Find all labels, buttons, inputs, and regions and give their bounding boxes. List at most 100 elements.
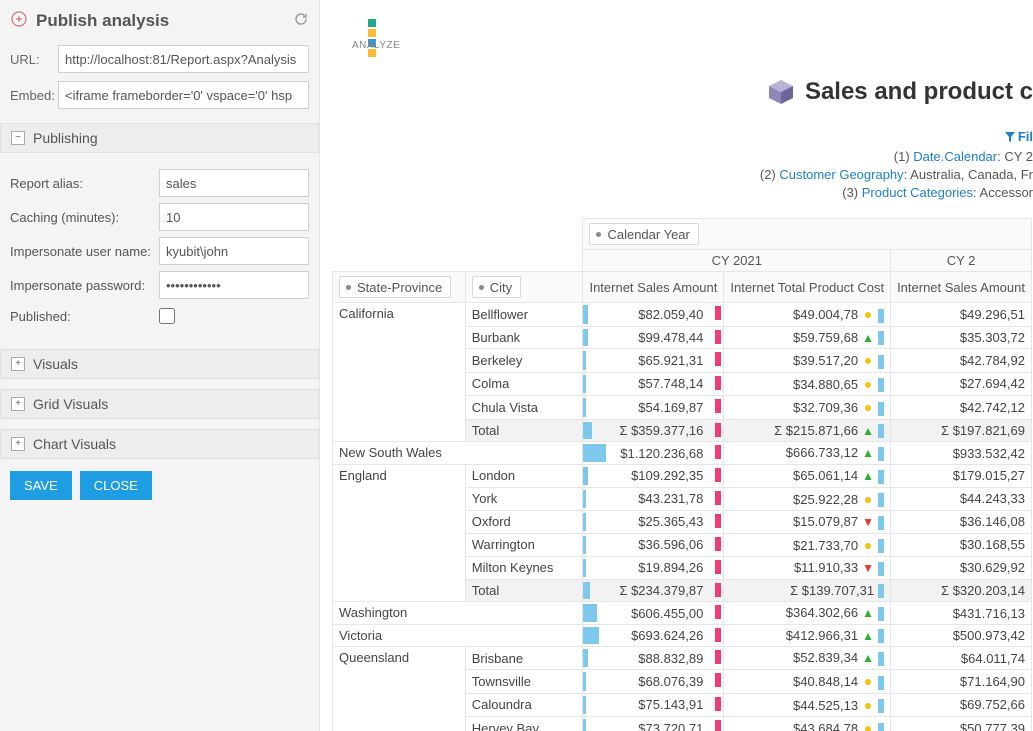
expand-icon[interactable]: + [11,397,25,411]
state-cell[interactable]: Queensland [333,647,466,731]
value-cell[interactable]: $65.061,14▲ [724,464,891,487]
value-cell[interactable]: $30.629,92 [891,557,1032,580]
value-cell[interactable]: $412.966,31▲ [724,624,891,647]
city-cell[interactable]: Oxford [465,511,583,534]
expand-icon[interactable]: + [11,357,25,371]
value-cell[interactable]: $39.517,20● [724,349,891,373]
value-cell[interactable]: $44.525,13● [724,693,891,717]
value-cell[interactable]: $54.169,87 [583,396,724,420]
section-chartvisuals-head[interactable]: + Chart Visuals [0,429,319,459]
value-cell[interactable]: $36.596,06 [583,533,724,557]
value-cell[interactable]: $666.733,12▲ [724,442,891,465]
filter-link[interactable]: Customer Geography [779,167,903,182]
state-cell[interactable]: Washington [333,602,583,625]
save-button[interactable]: SAVE [10,471,72,500]
value-cell[interactable]: $693.624,26 [583,624,724,647]
section-visuals-head[interactable]: + Visuals [0,349,319,379]
city-cell[interactable]: Warrington [465,533,583,557]
table-row[interactable]: QueenslandBrisbane$88.832,89$52.839,34▲$… [333,647,1032,670]
city-cell[interactable]: Colma [465,372,583,396]
value-cell[interactable]: $50.777,39 [891,717,1032,731]
value-cell[interactable]: $73.720,71 [583,717,724,731]
state-cell[interactable]: New South Wales [333,442,583,465]
caching-input[interactable] [159,203,309,231]
analyze-button[interactable]: ANALYZE [352,18,400,51]
value-cell[interactable]: $69.752,66 [891,693,1032,717]
value-cell[interactable]: $19.894,26 [583,557,724,580]
value-cell[interactable]: $30.168,55 [891,533,1032,557]
value-cell[interactable]: $52.839,34▲ [724,647,891,670]
value-cell[interactable]: $64.011,74 [891,647,1032,670]
city-cell[interactable]: Hervey Bay [465,717,583,731]
imp-user-input[interactable] [159,237,309,265]
value-cell[interactable]: Σ $359.377,16 [583,419,724,442]
value-cell[interactable]: $59.759,68▲ [724,326,891,349]
dim-calendar[interactable]: Calendar Year [589,223,698,245]
value-cell[interactable]: $606.455,00 [583,602,724,625]
value-cell[interactable]: $25.365,43 [583,511,724,534]
value-cell[interactable]: $99.478,44 [583,326,724,349]
value-cell[interactable]: $933.532,42 [891,442,1032,465]
value-cell[interactable]: $431.716,13 [891,602,1032,625]
table-row[interactable]: Victoria$693.624,26$412.966,31▲$500.973,… [333,624,1032,647]
value-cell[interactable]: $36.146,08 [891,511,1032,534]
refresh-icon[interactable] [293,11,309,30]
value-cell[interactable]: $35.303,72 [891,326,1032,349]
city-cell[interactable]: Brisbane [465,647,583,670]
measure-header[interactable]: Internet Sales Amount [583,272,724,303]
table-row[interactable]: CaliforniaBellflower$82.059,40$49.004,78… [333,303,1032,327]
city-cell[interactable]: Bellflower [465,303,583,327]
year-header[interactable]: CY 2021 [583,250,891,272]
section-gridvisuals-head[interactable]: + Grid Visuals [0,389,319,419]
value-cell[interactable]: $42.742,12 [891,396,1032,420]
imp-pass-input[interactable] [159,271,309,299]
value-cell[interactable]: $11.910,33▼ [724,557,891,580]
value-cell[interactable]: Σ $320.203,14 [891,579,1032,602]
city-cell[interactable]: Caloundra [465,693,583,717]
state-cell[interactable]: California [333,303,466,442]
value-cell[interactable]: $49.296,51 [891,303,1032,327]
value-cell[interactable]: $43.231,78 [583,487,724,511]
measure-header[interactable]: Internet Sales Amount [891,272,1032,303]
section-publishing-head[interactable]: − Publishing [0,123,319,153]
value-cell[interactable]: $364.302,66▲ [724,602,891,625]
city-cell[interactable]: Burbank [465,326,583,349]
value-cell[interactable]: Σ $234.379,87 [583,579,724,602]
value-cell[interactable]: Σ $139.707,31 [724,579,891,602]
value-cell[interactable]: $1.120.236,68 [583,442,724,465]
city-cell[interactable]: Townsville [465,670,583,694]
city-cell[interactable]: Chula Vista [465,396,583,420]
filter-link[interactable]: Product Categories [862,185,973,200]
value-cell[interactable]: $82.059,40 [583,303,724,327]
city-cell[interactable]: Total [465,579,583,602]
value-cell[interactable]: $500.973,42 [891,624,1032,647]
published-checkbox[interactable] [159,308,175,324]
value-cell[interactable]: $32.709,36● [724,396,891,420]
city-cell[interactable]: Berkeley [465,349,583,373]
value-cell[interactable]: $68.076,39 [583,670,724,694]
table-row[interactable]: Washington$606.455,00$364.302,66▲$431.71… [333,602,1032,625]
city-cell[interactable]: London [465,464,583,487]
dim-city[interactable]: City [472,276,521,298]
value-cell[interactable]: $25.922,28● [724,487,891,511]
value-cell[interactable]: $179.015,27 [891,464,1032,487]
value-cell[interactable]: $44.243,33 [891,487,1032,511]
table-row[interactable]: EnglandLondon$109.292,35$65.061,14▲$179.… [333,464,1032,487]
value-cell[interactable]: Σ $215.871,66▲ [724,419,891,442]
year-header[interactable]: CY 2 [891,250,1032,272]
value-cell[interactable]: $34.880,65● [724,372,891,396]
state-cell[interactable]: England [333,464,466,601]
collapse-icon[interactable]: − [11,131,25,145]
value-cell[interactable]: $40.848,14● [724,670,891,694]
city-cell[interactable]: York [465,487,583,511]
embed-input[interactable] [58,81,309,109]
filters-header[interactable]: Fil [1004,128,1033,146]
value-cell[interactable]: $71.164,90 [891,670,1032,694]
dim-state[interactable]: State-Province [339,276,451,298]
value-cell[interactable]: $88.832,89 [583,647,724,670]
city-cell[interactable]: Milton Keynes [465,557,583,580]
table-row[interactable]: New South Wales$1.120.236,68$666.733,12▲… [333,442,1032,465]
value-cell[interactable]: $75.143,91 [583,693,724,717]
value-cell[interactable]: $49.004,78● [724,303,891,327]
value-cell[interactable]: Σ $197.821,69 [891,419,1032,442]
